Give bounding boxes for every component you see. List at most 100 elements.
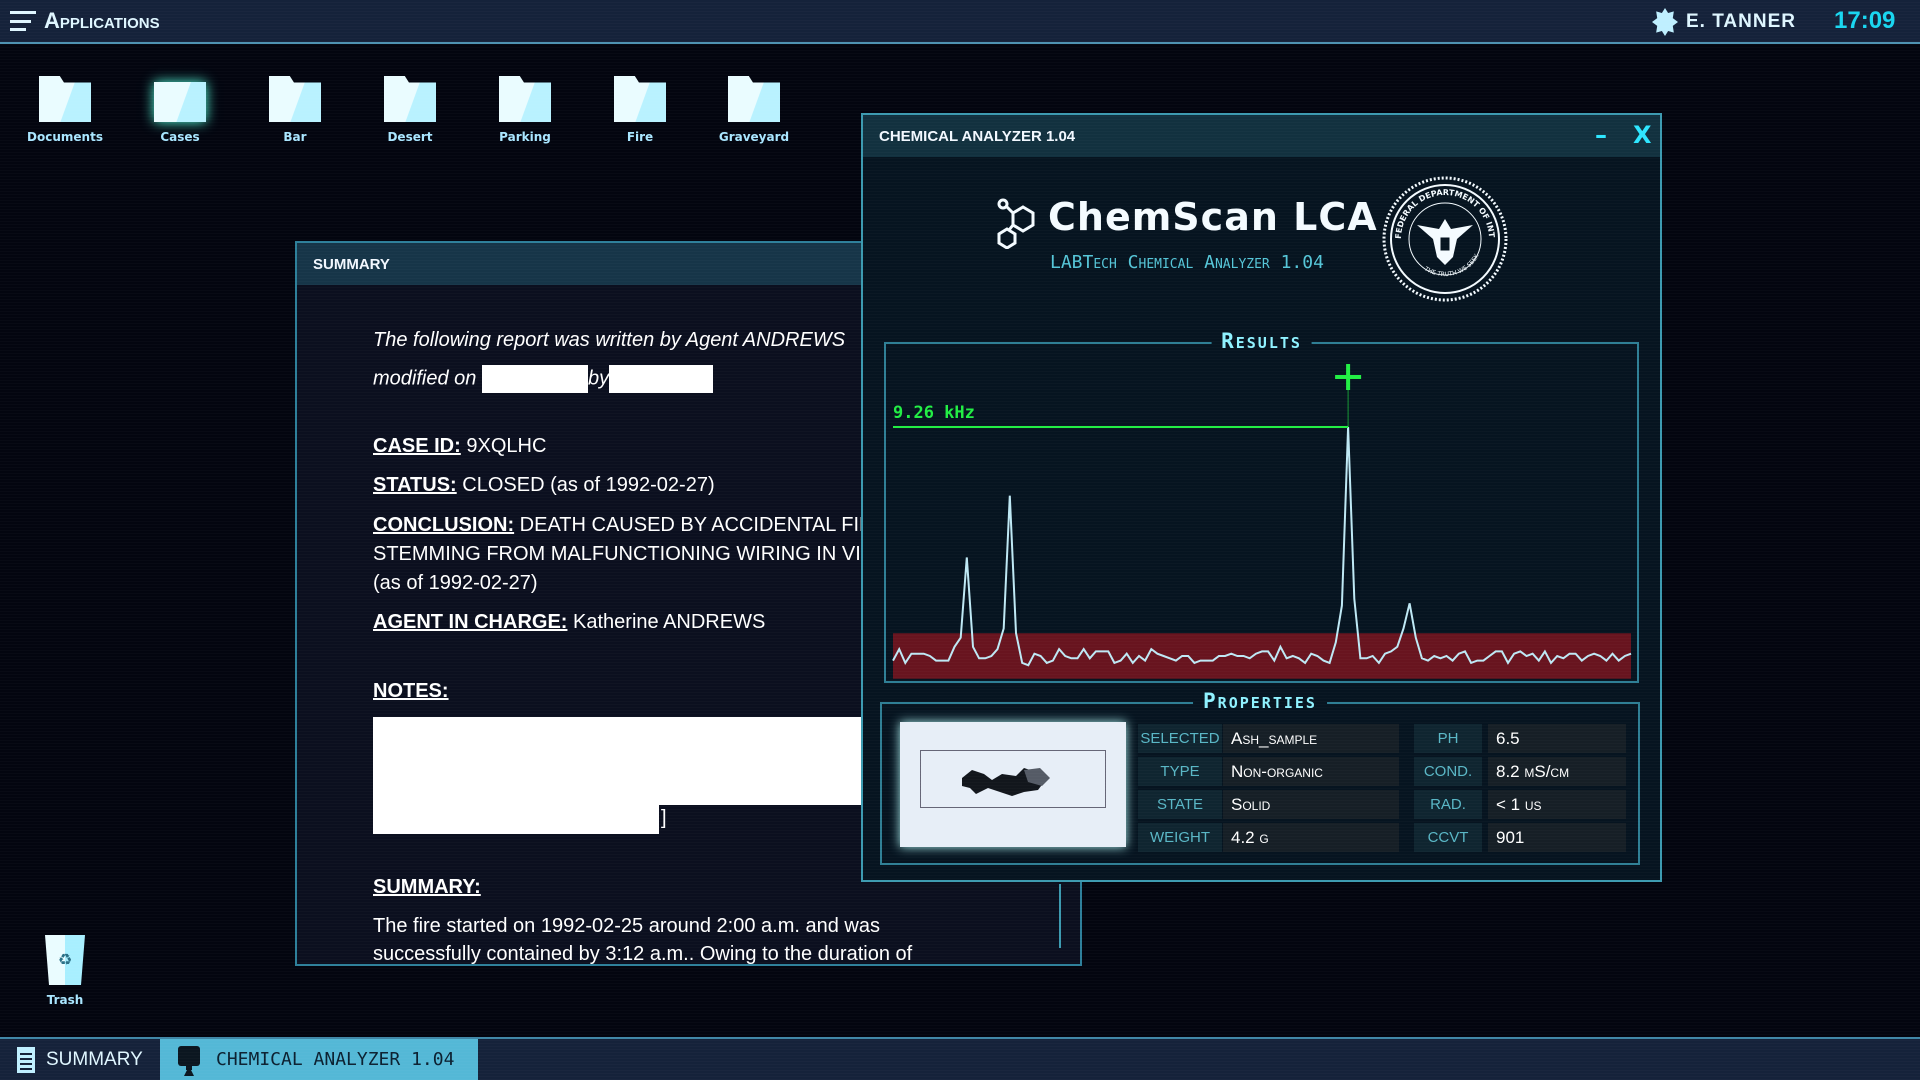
user-badge[interactable]: E. TANNER: [1652, 8, 1796, 36]
sample-image: [900, 722, 1126, 847]
redacted-notes: [373, 717, 873, 805]
user-name: E. TANNER: [1686, 11, 1796, 32]
cases-icon: [154, 82, 206, 122]
desktop-icon-desert[interactable]: Desert: [365, 76, 455, 144]
peak-label: 9.26 kHz: [893, 403, 975, 423]
summary-label: SUMMARY:: [373, 876, 481, 898]
window-title: CHEMICAL ANALYZER 1.04: [879, 127, 1076, 145]
documents-icon: [39, 76, 91, 122]
property-value: < 1 us: [1488, 790, 1626, 819]
case-id-line: CASE ID: 9XQLHC: [373, 435, 546, 458]
property-label: STATE: [1138, 790, 1222, 819]
desktop-icon-documents[interactable]: Documents: [20, 76, 110, 144]
folder-icon: [384, 76, 436, 122]
redacted-name: [609, 365, 714, 393]
property-value: Ash_sample: [1223, 724, 1399, 753]
property-value: 901: [1488, 823, 1626, 852]
agent-label: AGENT IN CHARGE:: [373, 611, 568, 633]
icon-label: Trash: [46, 993, 84, 1007]
agent-line: AGENT IN CHARGE: Katherine ANDREWS: [373, 611, 765, 634]
icon-label: Bar: [283, 130, 307, 144]
window-title-bar[interactable]: CHEMICAL ANALYZER 1.04: [863, 115, 1660, 157]
icon-label: Documents: [27, 130, 103, 144]
folder-icon: [499, 76, 551, 122]
desktop-icon-parking[interactable]: Parking: [480, 76, 570, 144]
status-line: STATUS: CLOSED (as of 1992-02-27): [373, 474, 715, 497]
trash-icon: ♻: [45, 935, 85, 985]
top-bar: Applications E. TANNER 17:09: [0, 0, 1920, 44]
modified-label: modified on: [373, 367, 477, 390]
icon-label: Graveyard: [718, 130, 790, 144]
document-icon: [17, 1046, 35, 1073]
property-value: 8.2 mS/cm: [1488, 757, 1626, 786]
icon-label: Fire: [626, 130, 654, 144]
minimize-button[interactable]: –: [1595, 121, 1607, 149]
notes-label: NOTES:: [373, 680, 449, 702]
close-button[interactable]: X: [1633, 121, 1652, 149]
desktop-icon-fire[interactable]: Fire: [595, 76, 685, 144]
properties-title: Properties: [1193, 689, 1327, 713]
property-label: TYPE: [1138, 757, 1222, 786]
property-label: CCVT: [1414, 823, 1482, 852]
property-value: 6.5: [1488, 724, 1626, 753]
applications-menu[interactable]: Applications: [10, 8, 160, 34]
property-value: 4.2 g: [1223, 823, 1399, 852]
taskbar-tab-chemical-analyzer[interactable]: CHEMICAL ANALYZER 1.04: [160, 1039, 478, 1080]
agent-badge-icon: [1652, 8, 1678, 36]
microscope-icon: [178, 1045, 200, 1076]
conclusion-label: CONCLUSION:: [373, 514, 515, 536]
property-label: WEIGHT: [1138, 823, 1222, 852]
conclusion-value-2: STEMMING FROM MALFUNCTIONING WIRING IN V…: [373, 543, 888, 565]
by-label: by: [587, 367, 610, 390]
clock: 17:09: [1834, 7, 1896, 34]
molecule-icon: [997, 198, 1035, 249]
noise-band: [893, 633, 1631, 679]
property-value: Non-organic: [1223, 757, 1399, 786]
redacted-date: [481, 365, 588, 393]
spectrum-line: [892, 426, 1632, 667]
window-title: SUMMARY: [313, 255, 390, 273]
status-value: CLOSED (as of 1992-02-27): [462, 474, 715, 496]
redacted-notes-2: [373, 805, 659, 834]
status-label: STATUS:: [373, 474, 457, 496]
app-subtitle: LABTech Chemical Analyzer 1.04: [1050, 252, 1324, 273]
scrollbar[interactable]: [1059, 884, 1061, 948]
folder-icon: [269, 76, 321, 122]
taskbar: SUMMARY CHEMICAL ANALYZER 1.04: [0, 1037, 1920, 1080]
desktop-icon-trash[interactable]: ♻ Trash: [20, 935, 110, 1007]
summary-text-1: The fire started on 1992-02-25 around 2:…: [373, 915, 880, 937]
properties-panel: Properties SELECTED Ash_sample PH 6.5 TYPE No…: [880, 689, 1640, 865]
taskbar-tab-summary[interactable]: SUMMARY: [0, 1039, 160, 1080]
conclusion-line: CONCLUSION: DEATH CAUSED BY ACCIDENTAL F…: [373, 514, 873, 537]
desktop-icon-cases[interactable]: Cases: [135, 76, 225, 144]
tab-label: CHEMICAL ANALYZER 1.04: [216, 1049, 455, 1070]
tab-label: SUMMARY: [46, 1048, 143, 1070]
spectrum-chart: 9.26 kHz: [892, 364, 1632, 679]
conclusion-value: DEATH CAUSED BY ACCIDENTAL FIR: [519, 514, 874, 536]
desktop-icon-bar[interactable]: Bar: [250, 76, 340, 144]
ash-sample-picture: [962, 768, 1050, 796]
icon-label: Cases: [160, 130, 200, 144]
report-intro: The following report was written by Agen…: [373, 329, 846, 351]
case-id-label: CASE ID:: [373, 435, 461, 457]
property-label: SELECTED: [1138, 724, 1222, 753]
chemical-analyzer-window: CHEMICAL ANALYZER 1.04 – X ChemScan LCA …: [861, 113, 1662, 882]
results-panel: Results 9.26 kHz: [884, 329, 1639, 683]
case-id-value: 9XQLHC: [466, 435, 547, 457]
menu-icon: [10, 11, 36, 31]
property-label: COND.: [1414, 757, 1482, 786]
folder-icon: [614, 76, 666, 122]
conclusion-value-3: (as of 1992-02-27): [373, 572, 538, 594]
property-value: Solid: [1223, 790, 1399, 819]
summary-text-2: successfully contained by 3:12 a.m.. Owi…: [373, 943, 913, 965]
agent-value: Katherine ANDREWS: [573, 611, 766, 633]
app-name: ChemScan LCA: [1048, 195, 1378, 239]
property-label: PH: [1414, 724, 1482, 753]
icon-label: Parking: [499, 130, 551, 144]
notes-bracket: ]: [661, 807, 667, 829]
agency-seal-logo: FEDERAL DEPARTMENT OF INTELLIGENCE THE T…: [1381, 175, 1508, 302]
folder-icon: [728, 76, 780, 122]
property-label: RAD.: [1414, 790, 1482, 819]
desktop-icon-graveyard[interactable]: Graveyard: [709, 76, 799, 144]
applications-label: Applications: [44, 8, 160, 33]
